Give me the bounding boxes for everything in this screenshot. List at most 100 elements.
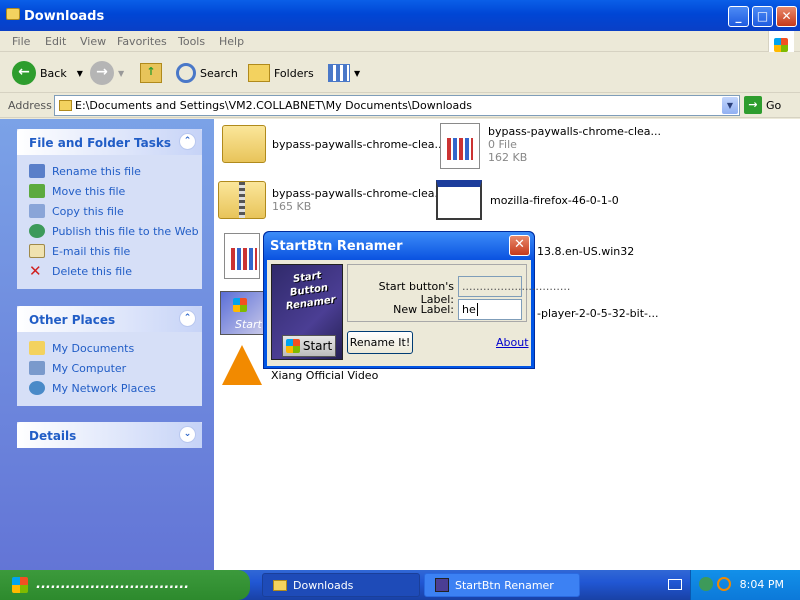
rename-icon (29, 164, 45, 178)
maximize-button[interactable]: □ (752, 6, 773, 27)
file-item[interactable]: bypass-paywalls-chrome-clea... (222, 125, 445, 163)
menu-tools[interactable]: Tools (178, 35, 205, 48)
start-button[interactable]: ............................... (0, 570, 250, 600)
toolbar: ← Back ▼ → ▼ ↑ Search Folders ▼ (0, 53, 800, 93)
dialog-close-button[interactable]: ✕ (509, 235, 530, 256)
task-rename[interactable]: Rename this file (29, 161, 202, 181)
keyboard-icon[interactable] (668, 579, 682, 590)
collapse-icon[interactable]: ⌃ (179, 310, 196, 327)
folders-button[interactable]: Folders (248, 59, 314, 87)
system-tray: 8:04 PM (690, 570, 800, 600)
network-icon (29, 381, 45, 395)
task-copy[interactable]: Copy this file (29, 201, 202, 221)
menu-file[interactable]: File (12, 35, 30, 48)
views-icon (328, 64, 350, 82)
task-delete[interactable]: ✕ Delete this file (29, 261, 202, 281)
file-name: bypass-paywalls-chrome-clea... (272, 187, 446, 200)
file-item[interactable]: mozilla-firefox-46-0-1-0 (436, 180, 619, 220)
app-logo: Start Button Renamer Start (271, 264, 343, 360)
close-button[interactable]: ✕ (776, 6, 797, 27)
file-item[interactable]: Start (220, 291, 264, 335)
rename-it-button[interactable]: Rename It! (347, 331, 413, 354)
chevron-down-icon[interactable]: ▼ (722, 97, 738, 114)
windows-flag-icon (285, 339, 300, 353)
views-button[interactable]: ▼ (328, 59, 360, 87)
zip-folder-icon (218, 181, 266, 219)
window-title: Downloads (24, 9, 105, 24)
dialog-title-bar[interactable]: StartBtn Renamer ✕ (264, 232, 534, 260)
globe-icon (29, 224, 45, 238)
file-item[interactable]: -player-2-0-5-32-bit-... (537, 307, 659, 320)
forward-button[interactable]: → ▼ (90, 59, 124, 87)
file-name: Xiang Official Video (271, 369, 379, 382)
task-publish[interactable]: Publish this file to the Web (29, 221, 202, 241)
move-icon (29, 184, 45, 198)
place-my-documents[interactable]: My Documents (29, 338, 202, 358)
envelope-icon (29, 244, 45, 258)
taskbar-item-startbtn-renamer[interactable]: StartBtn Renamer (424, 573, 580, 597)
minimize-button[interactable]: _ (728, 6, 749, 27)
search-button[interactable]: Search (176, 59, 238, 87)
search-label: Search (200, 66, 238, 80)
start-preview-button[interactable]: Start (282, 335, 336, 357)
dialog-body: Start Button Renamer Start Start button'… (267, 260, 570, 366)
menu-edit[interactable]: Edit (45, 35, 66, 48)
file-item[interactable]: 13.8.en-US.win32 (537, 245, 634, 258)
copy-icon (29, 204, 45, 218)
collapse-icon[interactable]: ⌃ (179, 133, 196, 150)
task-label: Copy this file (52, 204, 124, 218)
startbtn-renamer-dialog: StartBtn Renamer ✕ Start Button Renamer … (263, 231, 570, 369)
menu-bar: File Edit View Favorites Tools Help (0, 31, 800, 52)
up-folder-button[interactable]: ↑ (140, 59, 162, 87)
go-arrow-icon: → (744, 96, 762, 114)
file-item[interactable]: bypass-paywalls-chrome-clea... 0 File 16… (440, 123, 661, 169)
file-type: 0 File (488, 138, 517, 151)
network-tray-icon[interactable] (699, 577, 713, 591)
address-input[interactable]: E:\Documents and Settings\VM2.COLLABNET\… (54, 95, 740, 116)
task-move[interactable]: Move this file (29, 181, 202, 201)
label-fields: Start button's Label: ..................… (347, 264, 570, 322)
panel-header[interactable]: Details ⌄ (17, 422, 202, 448)
forward-arrow-icon: → (90, 61, 114, 85)
file-name: 13.8.en-US.win32 (537, 245, 635, 258)
go-label: Go (766, 98, 782, 112)
task-email[interactable]: E-mail this file (29, 241, 202, 261)
expand-icon[interactable]: ⌄ (179, 426, 196, 443)
task-label: Publish this file to the Web (52, 224, 199, 238)
go-button[interactable]: → Go (744, 96, 781, 114)
clock[interactable]: 8:04 PM (740, 578, 784, 591)
windows-flag-icon (12, 577, 28, 593)
file-size: 165 KB (272, 200, 312, 213)
taskbar-item-downloads[interactable]: Downloads (262, 573, 420, 597)
panel-title: File and Folder Tasks (29, 136, 172, 150)
menu-favorites[interactable]: Favorites (117, 35, 167, 48)
folders-label: Folders (274, 66, 314, 80)
back-button[interactable]: ← Back ▼ (12, 59, 83, 87)
dialog-title: StartBtn Renamer (270, 239, 403, 254)
file-item[interactable]: bypass-paywalls-chrome-clea... 165 KB (218, 181, 445, 219)
new-label-caption: New Label: (393, 303, 454, 316)
current-label-field: ............................... (458, 276, 570, 297)
vlc-cone-icon (222, 345, 262, 385)
back-arrow-icon: ← (12, 61, 36, 85)
chevron-down-icon: ▼ (354, 68, 361, 78)
about-link[interactable]: About (496, 336, 529, 349)
menu-help[interactable]: Help (219, 35, 244, 48)
place-my-network[interactable]: My Network Places (29, 378, 202, 398)
panel-header[interactable]: File and Folder Tasks ⌃ (17, 129, 202, 155)
place-my-computer[interactable]: My Computer (29, 358, 202, 378)
new-label-input[interactable]: he (458, 299, 522, 320)
chevron-down-icon: ▼ (76, 68, 83, 78)
search-tray-icon[interactable] (717, 577, 731, 591)
folder-icon (29, 341, 45, 355)
taskbar-item-label: StartBtn Renamer (455, 578, 554, 592)
file-item[interactable] (224, 233, 260, 279)
task-label: E-mail this file (52, 244, 131, 258)
back-label: Back (40, 66, 67, 80)
title-bar[interactable]: Downloads _ □ ✕ (0, 0, 800, 31)
place-label: My Computer (52, 361, 127, 375)
start-button-app-icon: Start (220, 291, 264, 335)
panel-header[interactable]: Other Places ⌃ (17, 306, 202, 332)
file-name: bypass-paywalls-chrome-clea... (272, 138, 446, 151)
menu-view[interactable]: View (80, 35, 106, 48)
